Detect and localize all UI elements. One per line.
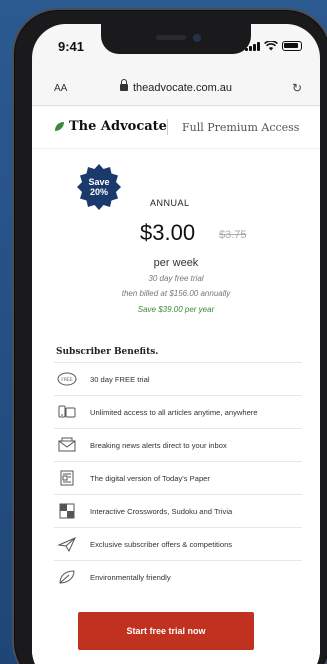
status-time: 9:41 — [58, 39, 85, 54]
newspaper-icon — [56, 468, 78, 488]
benefit-item: Unlimited access to all articles anytime… — [54, 395, 302, 428]
badge-line-1: Save — [88, 177, 110, 187]
battery-icon — [282, 41, 302, 51]
url-text: theadvocate.com.au — [132, 82, 233, 94]
free-icon: FREE — [56, 369, 78, 389]
plan-name: ANNUAL — [150, 198, 190, 208]
mail-icon — [56, 435, 78, 455]
header-divider — [167, 119, 168, 135]
paper-plane-icon — [56, 534, 78, 554]
benefit-item: Exclusive subscriber offers & competitio… — [54, 527, 302, 560]
brand-header: The Advocate Full Premium Access — [32, 107, 320, 149]
notch — [101, 24, 251, 54]
benefit-label: The digital version of Today's Paper — [90, 473, 210, 483]
benefit-label: 30 day FREE trial — [90, 374, 150, 384]
url-field[interactable]: theadvocate.com.au — [32, 79, 320, 94]
benefits-list: FREE 30 day FREE trial Unlimited access … — [54, 362, 302, 593]
start-trial-button[interactable]: Start free trial now — [78, 612, 254, 650]
phone-frame: 9:41 AA theadvocate.com.au ↻ The Advocat… — [12, 8, 327, 664]
wifi-icon — [264, 41, 278, 51]
phone-screen: 9:41 AA theadvocate.com.au ↻ The Advocat… — [32, 24, 320, 664]
badge-line-2: 20% — [89, 187, 108, 197]
page-content: The Advocate Full Premium Access Save 20… — [32, 107, 320, 664]
lock-icon — [119, 79, 128, 91]
benefit-label: Environmentally friendly — [90, 572, 171, 582]
header-tagline: Full Premium Access — [182, 121, 300, 134]
browser-url-bar[interactable]: AA theadvocate.com.au ↻ — [32, 70, 320, 106]
benefits-title: Subscriber Benefits. — [56, 347, 159, 357]
site-logo[interactable]: The Advocate — [54, 119, 167, 134]
leaf-icon — [56, 567, 78, 587]
benefit-label: Unlimited access to all articles anytime… — [90, 407, 258, 417]
benefit-item: Interactive Crosswords, Sudoku and Trivi… — [54, 494, 302, 527]
benefit-item: FREE 30 day FREE trial — [54, 362, 302, 395]
benefit-item: Breaking news alerts direct to your inbo… — [54, 428, 302, 461]
benefit-item: The digital version of Today's Paper — [54, 461, 302, 494]
svg-text:FREE: FREE — [61, 377, 73, 383]
benefit-label: Interactive Crosswords, Sudoku and Trivi… — [90, 506, 233, 516]
badge-text: Save 20% — [75, 177, 123, 197]
benefit-item: Environmentally friendly — [54, 560, 302, 593]
logo-leaf-icon — [55, 122, 64, 131]
price-period: per week — [153, 257, 199, 269]
status-icons — [245, 41, 302, 51]
devices-icon — [56, 402, 78, 422]
crossword-icon — [56, 501, 78, 521]
reload-icon[interactable]: ↻ — [292, 81, 302, 95]
plan-price: $3.00 — [140, 220, 196, 245]
plan-old-price: $3.75 — [219, 229, 247, 241]
benefit-label: Breaking news alerts direct to your inbo… — [90, 440, 227, 450]
saving-note: Save $39.00 per year — [137, 305, 215, 314]
logo-text: The Advocate — [69, 119, 167, 134]
trial-note: 30 day free trial — [148, 274, 204, 283]
benefit-label: Exclusive subscriber offers & competitio… — [90, 539, 233, 549]
billing-note: then billed at $156.00 annually — [121, 289, 231, 298]
save-badge: Save 20% — [75, 163, 123, 211]
